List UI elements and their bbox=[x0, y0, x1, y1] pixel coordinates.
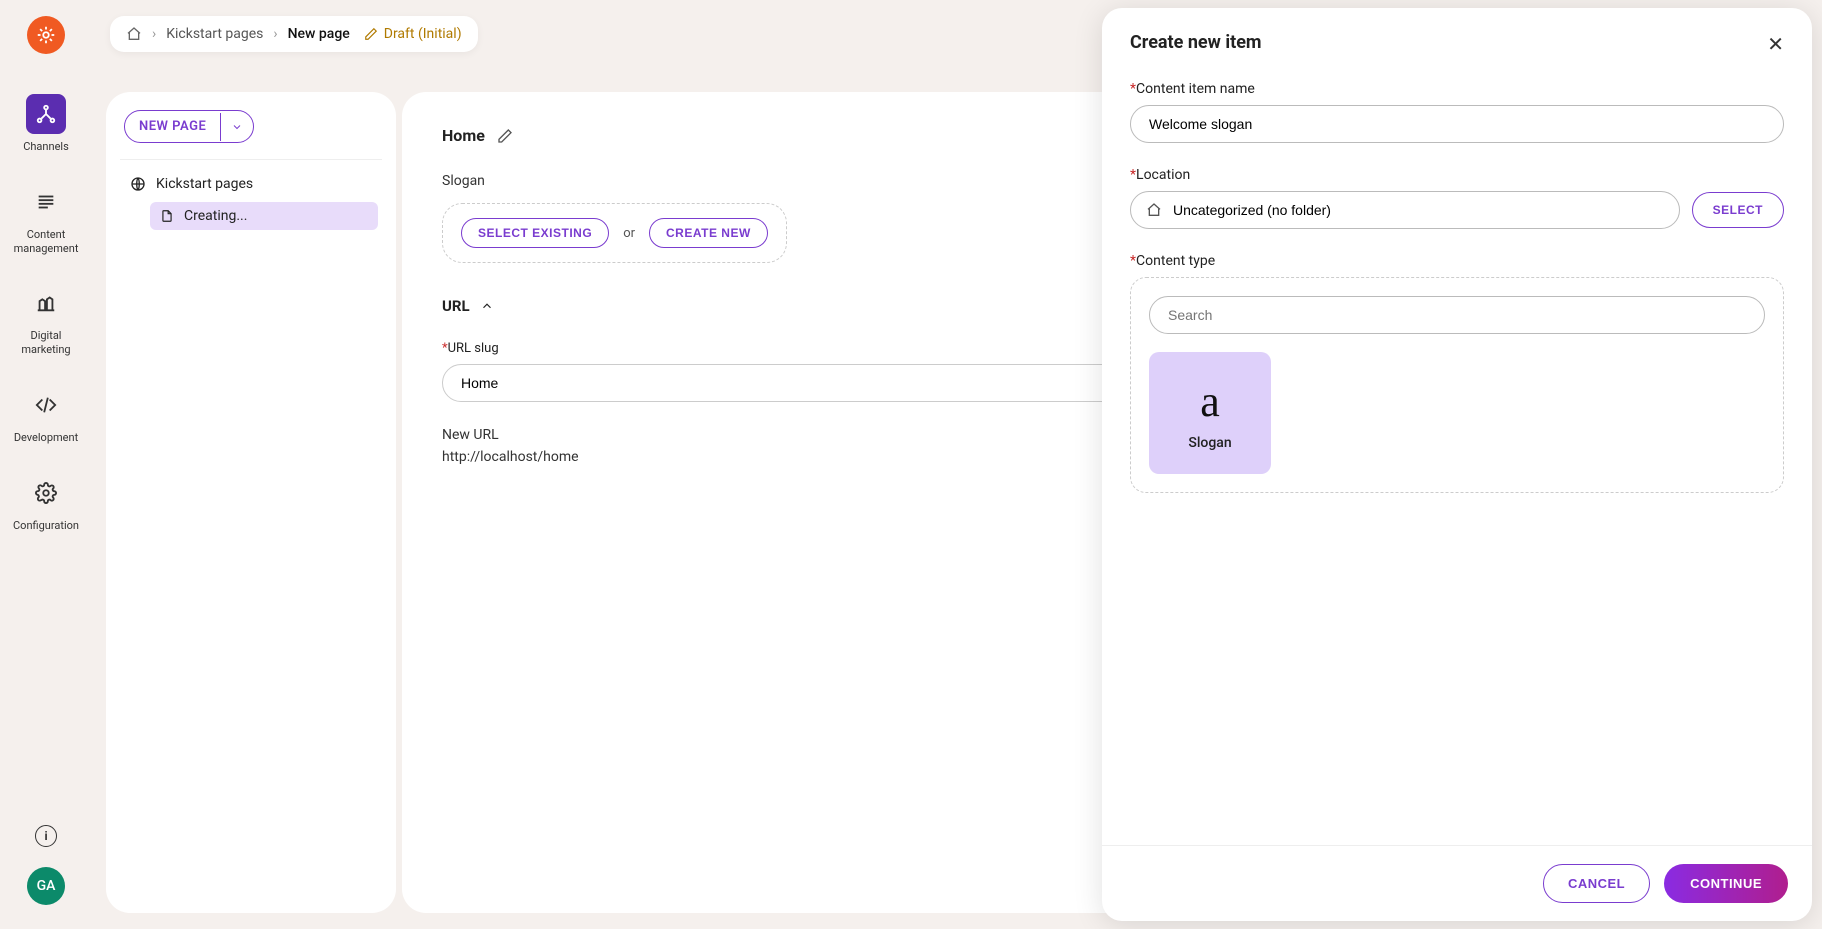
nav-configuration[interactable]: Configuration bbox=[6, 473, 86, 533]
close-icon[interactable]: ✕ bbox=[1767, 32, 1784, 57]
code-icon bbox=[26, 385, 66, 425]
crumb-level1[interactable]: Kickstart pages bbox=[166, 26, 263, 42]
text-icon: a bbox=[1200, 376, 1220, 427]
page-icon bbox=[160, 209, 174, 223]
modal-footer: CANCEL CONTINUE bbox=[1102, 845, 1812, 921]
left-nav: Channels Content management Digital mark… bbox=[0, 0, 92, 929]
nav-label: Development bbox=[14, 431, 78, 445]
nav-label: Digital marketing bbox=[6, 329, 86, 357]
tree-root-label: Kickstart pages bbox=[156, 176, 253, 192]
tree-panel: NEW PAGE Kickstart pages Creating... bbox=[106, 92, 396, 913]
content-name-input[interactable] bbox=[1130, 105, 1784, 143]
divider bbox=[120, 159, 382, 160]
crumb-separator: › bbox=[152, 26, 156, 42]
channels-icon bbox=[26, 94, 66, 134]
content-type-label-text: Slogan bbox=[1188, 435, 1231, 451]
tree-root[interactable]: Kickstart pages bbox=[124, 172, 378, 196]
cancel-button[interactable]: CANCEL bbox=[1543, 864, 1650, 903]
nav-digital-marketing[interactable]: Digital marketing bbox=[6, 283, 86, 357]
select-location-button[interactable]: SELECT bbox=[1692, 192, 1784, 228]
new-page-button[interactable]: NEW PAGE bbox=[124, 110, 254, 143]
nav-label: Configuration bbox=[13, 519, 79, 533]
create-new-button[interactable]: CREATE NEW bbox=[649, 218, 768, 248]
globe-icon bbox=[130, 176, 146, 192]
nav-development[interactable]: Development bbox=[6, 385, 86, 445]
tree-child[interactable]: Creating... bbox=[150, 202, 378, 230]
avatar[interactable]: GA bbox=[27, 867, 65, 905]
pencil-icon bbox=[364, 27, 378, 41]
select-existing-button[interactable]: SELECT EXISTING bbox=[461, 218, 609, 248]
crumb-status: Draft (Initial) bbox=[364, 26, 462, 42]
or-text: or bbox=[623, 226, 635, 241]
url-title: URL bbox=[442, 297, 470, 315]
modal-title: Create new item bbox=[1130, 32, 1262, 53]
content-type-search[interactable] bbox=[1149, 296, 1765, 334]
status-text: Draft (Initial) bbox=[384, 26, 462, 42]
edit-icon[interactable] bbox=[497, 128, 513, 144]
content-type-box: a Slogan bbox=[1130, 277, 1784, 493]
page-title: Home bbox=[442, 126, 485, 145]
content-type-card-slogan[interactable]: a Slogan bbox=[1149, 352, 1271, 474]
info-icon[interactable]: i bbox=[35, 825, 57, 847]
url-slug-label-text: URL slug bbox=[448, 341, 499, 356]
marketing-icon bbox=[26, 283, 66, 323]
home-icon[interactable] bbox=[126, 26, 142, 42]
name-label: *Content item name bbox=[1130, 81, 1784, 97]
chevron-down-icon[interactable] bbox=[220, 113, 253, 141]
house-icon bbox=[1146, 202, 1162, 218]
crumb-separator: › bbox=[273, 26, 277, 42]
new-page-label: NEW PAGE bbox=[125, 111, 220, 142]
location-label: *Location bbox=[1130, 167, 1784, 183]
create-item-modal: Create new item ✕ *Content item name *Lo… bbox=[1102, 8, 1812, 921]
gear-icon bbox=[26, 473, 66, 513]
nav-label: Content management bbox=[6, 228, 86, 256]
content-type-label: *Content type bbox=[1130, 253, 1784, 269]
brand-logo[interactable] bbox=[27, 16, 65, 54]
breadcrumb: › Kickstart pages › New page Draft (Init… bbox=[110, 16, 478, 52]
continue-button[interactable]: CONTINUE bbox=[1664, 864, 1788, 903]
nav-content-management[interactable]: Content management bbox=[6, 182, 86, 256]
location-input[interactable] bbox=[1130, 191, 1680, 229]
content-icon bbox=[26, 182, 66, 222]
nav-label: Channels bbox=[23, 140, 69, 154]
tree-child-label: Creating... bbox=[184, 208, 247, 224]
chevron-up-icon bbox=[480, 299, 494, 313]
crumb-current: New page bbox=[288, 26, 350, 42]
slogan-selector: SELECT EXISTING or CREATE NEW bbox=[442, 203, 787, 263]
nav-channels[interactable]: Channels bbox=[6, 94, 86, 154]
